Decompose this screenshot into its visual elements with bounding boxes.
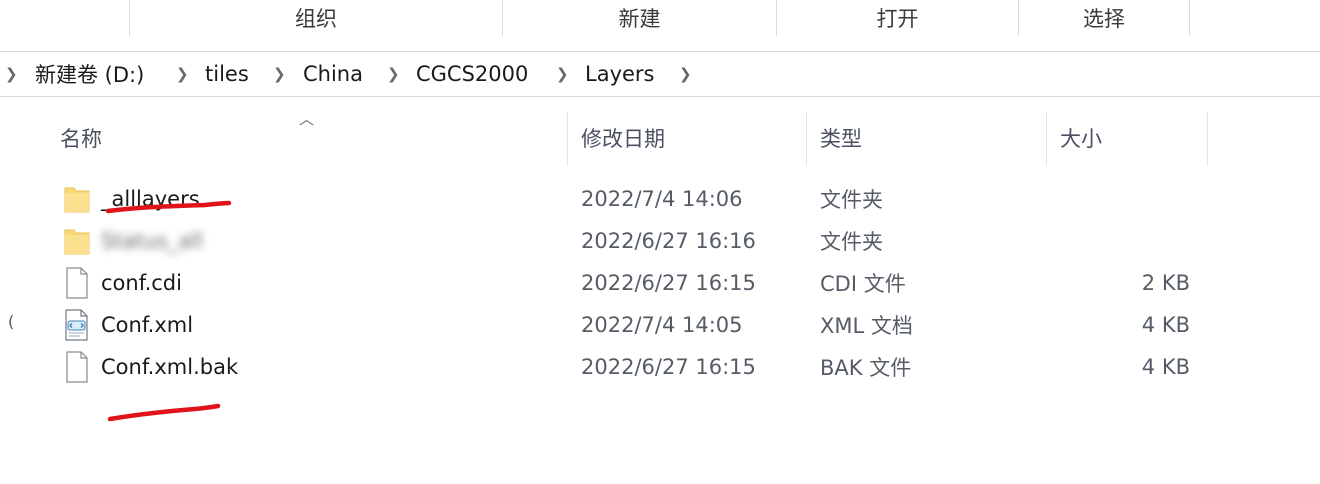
file-icon [62,346,92,388]
column-divider[interactable] [1046,112,1047,166]
file-size [1050,220,1190,262]
column-header-name[interactable]: 名称 [60,113,102,163]
column-header-label: 修改日期 [581,127,665,151]
breadcrumb-china[interactable]: China [303,52,363,96]
file-name[interactable]: Conf.xml.bak [101,346,238,388]
sort-ascending-icon: ︿ [299,110,315,128]
ribbon-group-open[interactable]: 打开 [777,0,1018,36]
column-header-label: 类型 [820,127,862,151]
file-type: BAK 文件 [820,356,912,380]
file-date: 2022/6/27 16:15 [581,271,756,295]
address-bar[interactable]: ❯ 新建卷 (D:) ❯ tiles ❯ China ❯ CGCS2000 ❯ … [0,51,1320,97]
file-row[interactable]: Status_all 2022/6/27 16:16 文件夹 [0,220,1320,262]
file-size [1050,178,1190,220]
chevron-right-icon[interactable]: ❯ [556,52,569,96]
file-name[interactable]: conf.cdi [101,262,182,304]
chevron-right-icon[interactable]: ❯ [176,52,189,96]
column-divider[interactable] [806,112,807,166]
column-header-type[interactable]: 类型 [820,113,862,163]
breadcrumb-cgcs2000[interactable]: CGCS2000 [416,52,528,96]
folder-icon [62,178,92,220]
file-name[interactable]: Conf.xml [101,304,193,346]
ribbon-group-organize[interactable]: 组织 [130,0,502,36]
chevron-right-icon[interactable]: ❯ [273,52,286,96]
file-type: XML 文档 [820,314,913,338]
file-type: 文件夹 [820,188,883,212]
file-date: 2022/6/27 16:16 [581,229,756,253]
file-date: 2022/7/4 14:05 [581,313,743,337]
ribbon-group-new[interactable]: 新建 [503,0,776,36]
file-name-redacted[interactable]: Status_all [101,220,203,262]
breadcrumb-tiles[interactable]: tiles [205,52,249,96]
file-row[interactable]: Conf.xml.bak 2022/6/27 16:15 BAK 文件 4 KB [0,346,1320,388]
file-type: 文件夹 [820,230,883,254]
file-name[interactable]: _alllayers [101,178,200,220]
folder-icon [62,220,92,262]
breadcrumb-layers[interactable]: Layers [585,52,655,96]
file-date: 2022/7/4 14:06 [581,187,743,211]
ribbon-group-label: 选择 [1083,7,1125,31]
red-underline-annotation [107,403,221,422]
chevron-right-icon[interactable]: ❯ [679,52,692,96]
chevron-right-icon[interactable]: ❯ [387,52,400,96]
xml-file-icon [62,304,92,346]
file-size: 2 KB [1141,271,1190,295]
file-size: 4 KB [1141,313,1190,337]
file-row[interactable]: conf.cdi 2022/6/27 16:15 CDI 文件 2 KB [0,262,1320,304]
ribbon-group-label: 新建 [618,7,661,31]
breadcrumb-drive[interactable]: 新建卷 (D:) [35,52,144,96]
file-row[interactable]: Conf.xml 2022/7/4 14:05 XML 文档 4 KB [0,304,1320,346]
column-header-size[interactable]: 大小 [1060,113,1102,163]
column-header-date[interactable]: 修改日期 [581,113,665,163]
file-type: CDI 文件 [820,272,906,296]
column-header-label: 名称 [60,127,102,151]
column-divider[interactable] [1207,112,1208,166]
column-header-label: 大小 [1060,127,1102,151]
file-size: 4 KB [1141,355,1190,379]
ribbon-group-label: 组织 [295,7,337,31]
chevron-right-icon[interactable]: ❯ [5,52,18,96]
ribbon: 组织 新建 打开 选择 [0,0,1320,40]
column-divider[interactable] [567,112,568,166]
ribbon-group-label: 打开 [876,7,919,31]
ribbon-separator [1189,0,1190,36]
file-row[interactable]: _alllayers 2022/7/4 14:06 文件夹 [0,178,1320,220]
file-date: 2022/6/27 16:15 [581,355,756,379]
ribbon-group-select[interactable]: 选择 [1019,0,1189,36]
file-icon [62,262,92,304]
